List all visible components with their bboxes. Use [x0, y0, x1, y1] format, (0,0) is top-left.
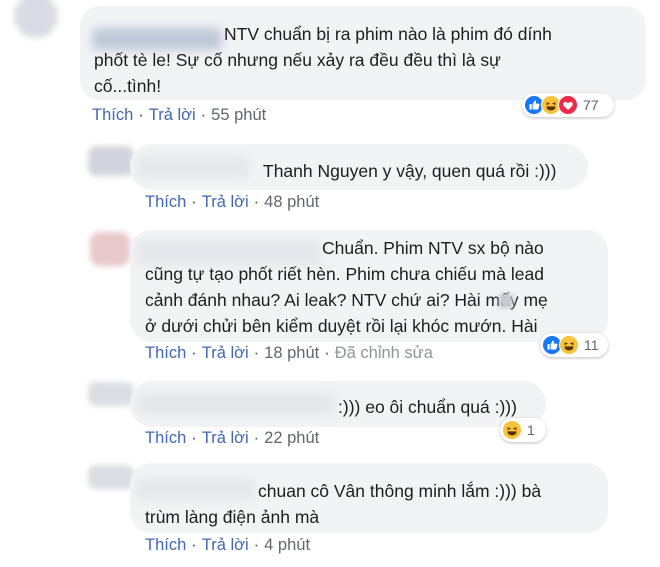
- like-link[interactable]: Thích: [145, 536, 186, 555]
- commenter-name[interactable]: [136, 393, 336, 415]
- avatar[interactable]: [88, 382, 134, 406]
- comment-text: Chuẩn. Phim NTV sx bộ nào cũng tự tạo ph…: [145, 238, 548, 336]
- avatar[interactable]: [14, 0, 58, 38]
- comment-text: NTV chuẩn bị ra phim nào là phim đó dính…: [94, 24, 552, 96]
- like-link[interactable]: Thích: [145, 429, 186, 448]
- love-icon: [558, 95, 578, 115]
- reaction-summary[interactable]: 11: [540, 333, 608, 357]
- reply-link[interactable]: Trả lời: [202, 193, 249, 212]
- comment-actions: Thích · Trả lời · 22 phút: [145, 429, 320, 448]
- haha-icon: [502, 420, 522, 440]
- reply-link[interactable]: Trả lời: [149, 106, 196, 125]
- reply-link[interactable]: Trả lời: [202, 429, 249, 448]
- avatar[interactable]: [88, 465, 134, 489]
- timestamp[interactable]: 4 phút: [264, 536, 310, 555]
- timestamp[interactable]: 22 phút: [264, 429, 319, 448]
- comment-text: Thanh Nguyen y vậy, quen quá rồi :))): [263, 161, 557, 181]
- like-link[interactable]: Thích: [145, 344, 186, 363]
- comment-text: :))) eo ôi chuẩn quá :))): [338, 397, 517, 417]
- comment-actions: Thích · Trả lời · 55 phút: [92, 106, 267, 125]
- comment-actions: Thích · Trả lời · 48 phút: [145, 193, 320, 212]
- reaction-count: 1: [527, 422, 535, 438]
- comment-actions: Thích · Trả lời · 18 phút · Đã chỉnh sửa: [145, 344, 433, 363]
- like-link[interactable]: Thích: [145, 193, 186, 212]
- timestamp[interactable]: 48 phút: [264, 193, 319, 212]
- like-link[interactable]: Thích: [92, 106, 133, 125]
- reaction-count: 11: [584, 337, 599, 353]
- timestamp[interactable]: 18 phút: [264, 344, 319, 363]
- blurred-emoji: [499, 294, 513, 308]
- reaction-count: 77: [583, 97, 599, 113]
- reaction-summary[interactable]: 1: [500, 418, 546, 442]
- reaction-summary[interactable]: 77: [522, 93, 614, 117]
- edited-label[interactable]: Đã chỉnh sửa: [335, 344, 433, 363]
- reply-link[interactable]: Trả lời: [202, 536, 249, 555]
- avatar[interactable]: [90, 232, 130, 266]
- haha-icon: [559, 335, 579, 355]
- commenter-name[interactable]: [138, 156, 250, 178]
- timestamp[interactable]: 55 phút: [211, 106, 266, 125]
- comment-actions: Thích · Trả lời · 4 phút: [145, 536, 311, 555]
- avatar[interactable]: [88, 146, 134, 176]
- comment-text: chuan cô Vân thông minh lắm :))) bà trùm…: [145, 481, 542, 527]
- reply-link[interactable]: Trả lời: [202, 344, 249, 363]
